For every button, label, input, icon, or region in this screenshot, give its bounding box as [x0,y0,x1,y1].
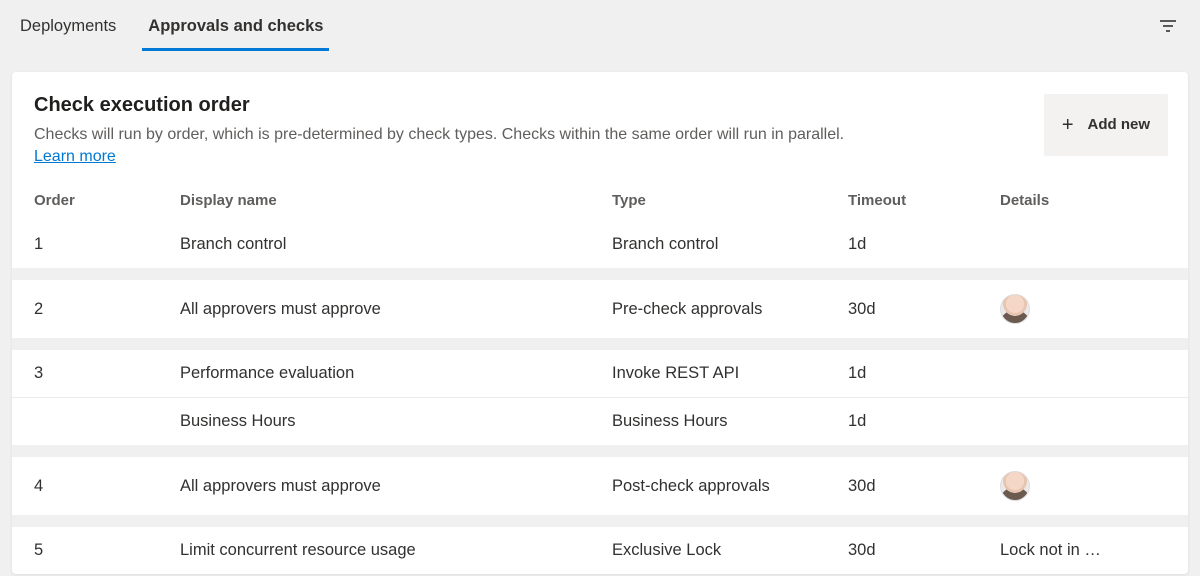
cell-name: Limit concurrent resource usage [180,541,612,560]
cell-details [1000,294,1166,324]
learn-more-link[interactable]: Learn more [34,148,116,166]
cell-type: Pre-check approvals [612,300,848,319]
cell-timeout: 1d [848,364,1000,383]
tab-bar: Deployments Approvals and checks [0,0,1200,52]
cell-type: Invoke REST API [612,364,848,383]
cell-name: Business Hours [180,412,612,431]
col-header-display-name[interactable]: Display name [180,192,612,209]
add-new-button[interactable]: + Add new [1044,94,1168,156]
cell-name: Performance evaluation [180,364,612,383]
col-header-timeout[interactable]: Timeout [848,192,1000,209]
cell-type: Post-check approvals [612,477,848,496]
cell-details: Lock not in … [1000,541,1166,560]
cell-type: Branch control [612,235,848,254]
cell-name: Branch control [180,235,612,254]
group-separator [12,268,1188,280]
cell-order: 5 [34,541,180,560]
cell-timeout: 30d [848,477,1000,496]
cell-name: All approvers must approve [180,300,612,319]
tab-approvals-and-checks[interactable]: Approvals and checks [144,3,339,50]
cell-timeout: 30d [848,541,1000,560]
cell-order: 1 [34,235,180,254]
cell-name: All approvers must approve [180,477,612,496]
table-row[interactable]: 1 Branch control Branch control 1d [12,221,1188,268]
table-row[interactable]: 5 Limit concurrent resource usage Exclus… [12,527,1188,574]
avatar[interactable] [1000,294,1030,324]
table-row[interactable]: 3 Performance evaluation Invoke REST API… [12,350,1188,397]
cell-order: 2 [34,300,180,319]
cell-timeout: 30d [848,300,1000,319]
tab-deployments[interactable]: Deployments [16,3,132,50]
table-row[interactable]: Business Hours Business Hours 1d [12,397,1188,445]
filter-icon [1159,19,1177,33]
table-header: Order Display name Type Timeout Details [12,170,1188,221]
cell-timeout: 1d [848,235,1000,254]
cell-type: Exclusive Lock [612,541,848,560]
checks-card: Check execution order Checks will run by… [12,72,1188,574]
table-row[interactable]: 2 All approvers must approve Pre-check a… [12,280,1188,338]
add-new-label: Add new [1088,116,1151,135]
col-header-details[interactable]: Details [1000,192,1166,209]
table-row[interactable]: 4 All approvers must approve Post-check … [12,457,1188,515]
cell-details [1000,471,1166,501]
filter-button[interactable] [1152,10,1184,42]
card-description: Checks will run by order, which is pre-d… [34,123,1044,146]
card-header: Check execution order Checks will run by… [12,72,1188,170]
card-title: Check execution order [34,94,1044,117]
plus-icon: + [1062,114,1074,137]
group-separator [12,445,1188,457]
cell-type: Business Hours [612,412,848,431]
group-separator [12,515,1188,527]
col-header-type[interactable]: Type [612,192,848,209]
cell-order: 3 [34,364,180,383]
cell-timeout: 1d [848,412,1000,431]
cell-order: 4 [34,477,180,496]
col-header-order[interactable]: Order [34,192,180,209]
group-separator [12,338,1188,350]
avatar[interactable] [1000,471,1030,501]
